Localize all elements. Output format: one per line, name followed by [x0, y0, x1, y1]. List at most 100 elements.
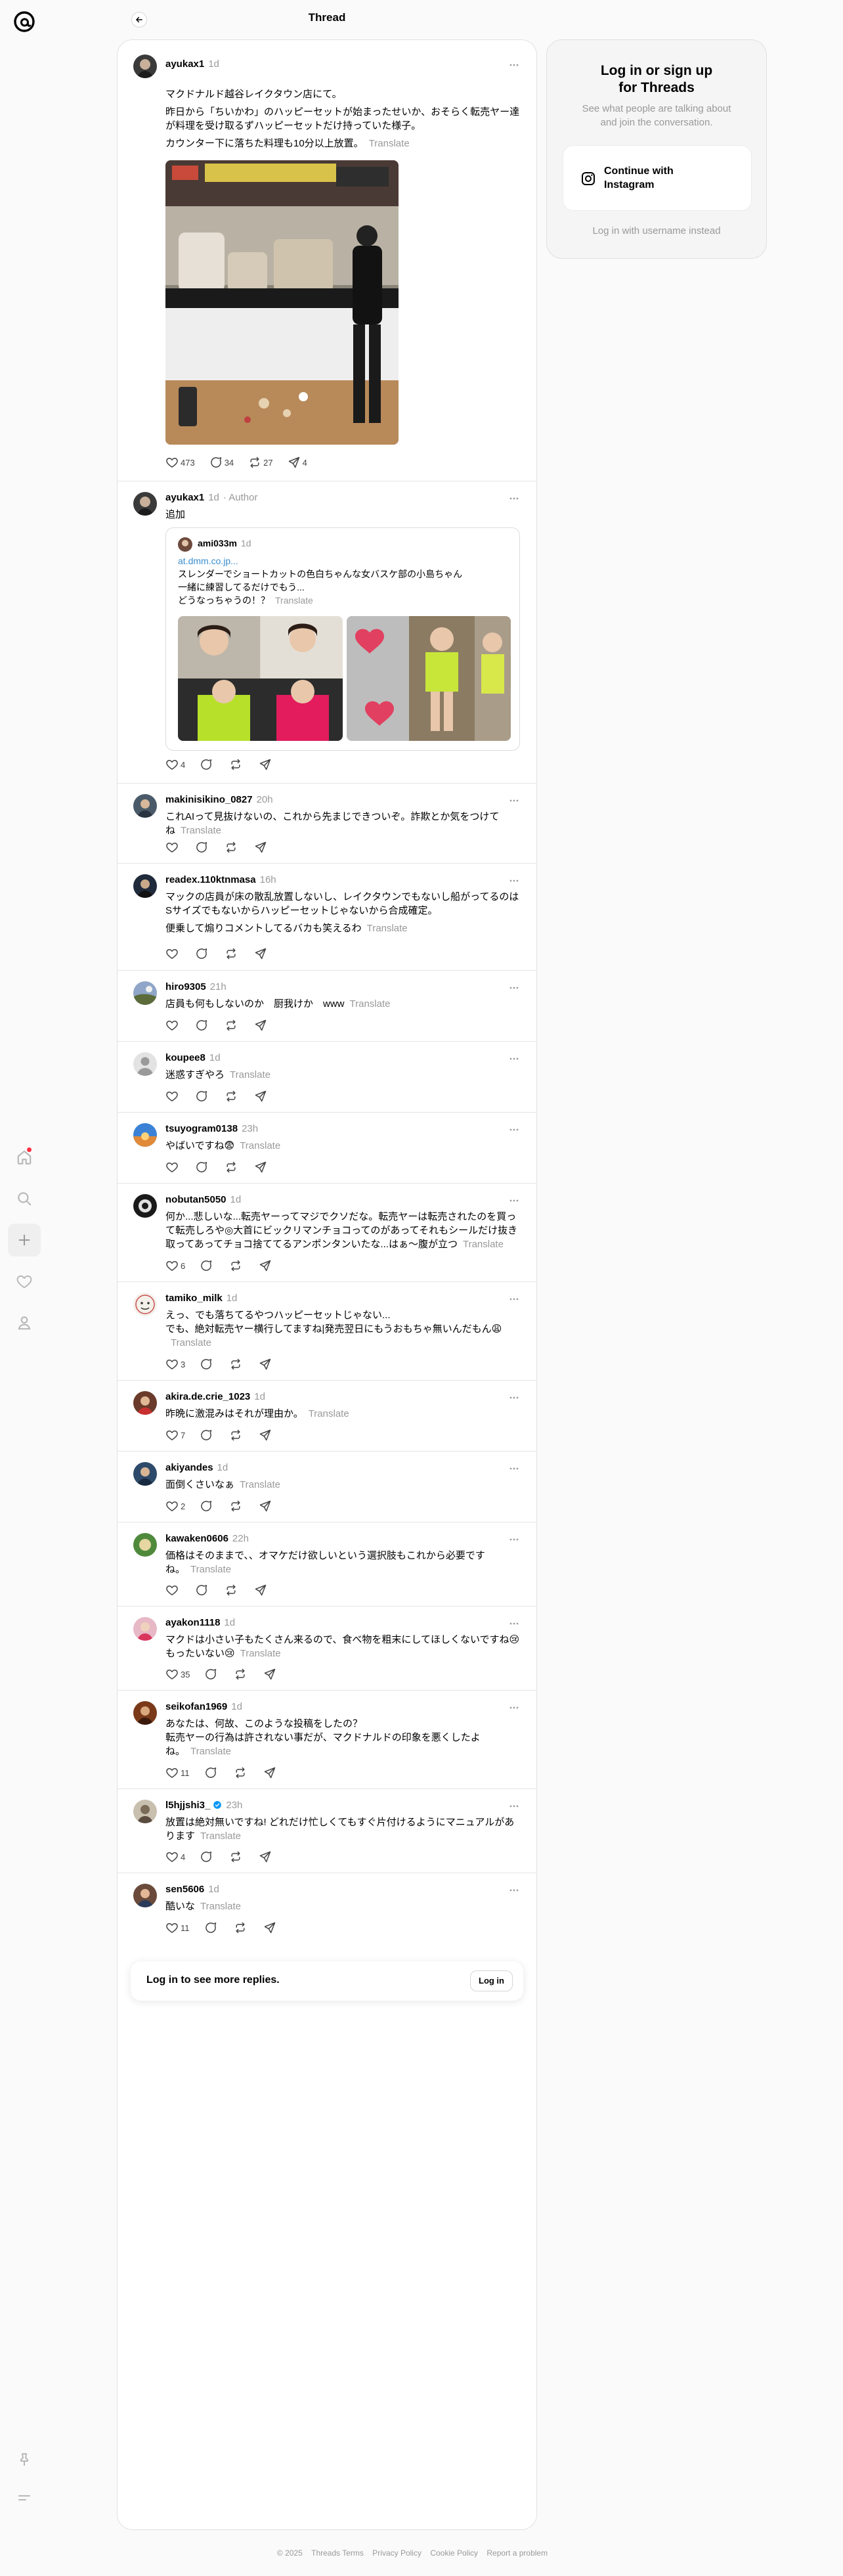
- more-icon[interactable]: [508, 1533, 521, 1546]
- avatar[interactable]: [133, 874, 157, 898]
- translate-link[interactable]: Translate: [230, 1069, 270, 1080]
- repost-button[interactable]: [229, 1499, 244, 1513]
- reply-button[interactable]: [200, 1259, 215, 1272]
- share-button[interactable]: [259, 1499, 274, 1513]
- more-icon[interactable]: [508, 1194, 521, 1207]
- avatar[interactable]: [133, 1123, 157, 1147]
- username[interactable]: kawaken0606 22h: [165, 1533, 249, 1544]
- username[interactable]: sen5606 1d: [165, 1884, 219, 1895]
- share-button[interactable]: 4: [288, 456, 307, 469]
- reply-button[interactable]: [204, 1921, 219, 1934]
- like-button[interactable]: [165, 841, 181, 854]
- avatar[interactable]: [133, 1391, 157, 1415]
- like-button[interactable]: 4: [165, 1850, 185, 1863]
- repost-button[interactable]: [225, 947, 240, 960]
- threads-logo[interactable]: [12, 9, 37, 34]
- reply-button[interactable]: [200, 1850, 215, 1863]
- share-button[interactable]: [259, 1259, 274, 1272]
- avatar[interactable]: [133, 1293, 157, 1316]
- more-icon[interactable]: [508, 1701, 521, 1714]
- repost-button[interactable]: [234, 1766, 249, 1779]
- like-button[interactable]: [165, 1090, 181, 1103]
- share-button[interactable]: [263, 1921, 278, 1934]
- share-button[interactable]: [254, 947, 269, 960]
- more-icon[interactable]: [508, 794, 521, 807]
- reply-button[interactable]: [200, 1429, 215, 1442]
- more-icon[interactable]: [508, 492, 521, 505]
- username[interactable]: makinisikino_0827 20h: [165, 794, 273, 805]
- like-button[interactable]: [165, 947, 181, 960]
- more-icon[interactable]: [508, 1123, 521, 1136]
- username-login-link[interactable]: Log in with username instead: [547, 225, 766, 236]
- reply-button[interactable]: 34: [209, 456, 234, 469]
- translate-link[interactable]: Translate: [369, 138, 410, 149]
- quote-image-2[interactable]: [347, 616, 511, 741]
- more-icon[interactable]: [508, 1884, 521, 1897]
- more-icon[interactable]: [508, 1391, 521, 1404]
- reply-button[interactable]: [200, 1499, 215, 1513]
- share-button[interactable]: [259, 1429, 274, 1442]
- username[interactable]: ayukax1 1d · Author: [165, 492, 257, 503]
- avatar[interactable]: [133, 1462, 157, 1486]
- reply-button[interactable]: [200, 1358, 215, 1371]
- repost-button[interactable]: [234, 1921, 249, 1934]
- nav-create-button[interactable]: [8, 1224, 41, 1256]
- avatar[interactable]: [133, 55, 157, 78]
- like-button[interactable]: [165, 1584, 181, 1597]
- avatar[interactable]: [133, 1800, 157, 1823]
- translate-link[interactable]: Translate: [463, 1239, 504, 1250]
- share-button[interactable]: [254, 1019, 269, 1032]
- repost-button[interactable]: [234, 1668, 249, 1681]
- quoted-post[interactable]: ami033m 1d at.dmm.co.jp... スレンダーでショートカットの…: [165, 527, 520, 751]
- translate-link[interactable]: Translate: [171, 1337, 211, 1348]
- avatar[interactable]: [133, 1701, 157, 1725]
- nav-menu-button[interactable]: [8, 2481, 41, 2514]
- username[interactable]: nobutan5050 1d: [165, 1194, 241, 1205]
- more-icon[interactable]: [508, 1293, 521, 1306]
- repost-button[interactable]: [229, 758, 244, 771]
- like-button[interactable]: 4: [165, 758, 185, 771]
- username[interactable]: readex.110ktnmasa 16h: [165, 874, 276, 885]
- reply-button[interactable]: [204, 1766, 219, 1779]
- nav-home-button[interactable]: [8, 1141, 41, 1174]
- more-icon[interactable]: [508, 981, 521, 994]
- more-icon[interactable]: [508, 874, 521, 887]
- nav-profile-button[interactable]: [8, 1306, 41, 1339]
- translate-link[interactable]: Translate: [240, 1479, 280, 1490]
- translate-link[interactable]: Translate: [240, 1648, 281, 1659]
- translate-link[interactable]: Translate: [200, 1901, 241, 1912]
- share-button[interactable]: [263, 1766, 278, 1779]
- repost-button[interactable]: [229, 1429, 244, 1442]
- share-button[interactable]: [259, 1358, 274, 1371]
- repost-button[interactable]: [225, 1019, 240, 1032]
- username[interactable]: akiyandes 1d: [165, 1462, 228, 1473]
- translate-link[interactable]: Translate: [240, 1140, 280, 1151]
- avatar[interactable]: [133, 981, 157, 1005]
- reply-button[interactable]: [204, 1668, 219, 1681]
- footer-cookie-link[interactable]: Cookie Policy: [430, 2548, 478, 2558]
- post-photo[interactable]: [165, 160, 399, 445]
- like-button[interactable]: 473: [165, 456, 195, 469]
- share-button[interactable]: [254, 1090, 269, 1103]
- share-button[interactable]: [263, 1668, 278, 1681]
- translate-link[interactable]: Translate: [190, 1564, 231, 1575]
- reply-button[interactable]: [195, 841, 210, 854]
- username[interactable]: ayakon1118 1d: [165, 1617, 235, 1628]
- login-button[interactable]: Log in: [470, 1970, 513, 1991]
- like-button[interactable]: 35: [165, 1668, 190, 1681]
- username[interactable]: ayukax1 1d: [165, 58, 219, 70]
- quote-link[interactable]: at.dmm.co.jp...: [178, 554, 506, 567]
- reply-button[interactable]: [195, 947, 210, 960]
- like-button[interactable]: 6: [165, 1259, 185, 1272]
- avatar[interactable]: [133, 1617, 157, 1641]
- nav-activity-button[interactable]: [8, 1265, 41, 1298]
- translate-link[interactable]: Translate: [275, 595, 313, 606]
- share-button[interactable]: [254, 841, 269, 854]
- repost-button[interactable]: 27: [248, 456, 273, 469]
- avatar[interactable]: [133, 1533, 157, 1557]
- like-button[interactable]: 7: [165, 1429, 185, 1442]
- like-button[interactable]: 2: [165, 1499, 185, 1513]
- avatar[interactable]: [133, 794, 157, 818]
- avatar[interactable]: [133, 492, 157, 516]
- continue-instagram-button[interactable]: Continue with Instagram: [563, 145, 752, 211]
